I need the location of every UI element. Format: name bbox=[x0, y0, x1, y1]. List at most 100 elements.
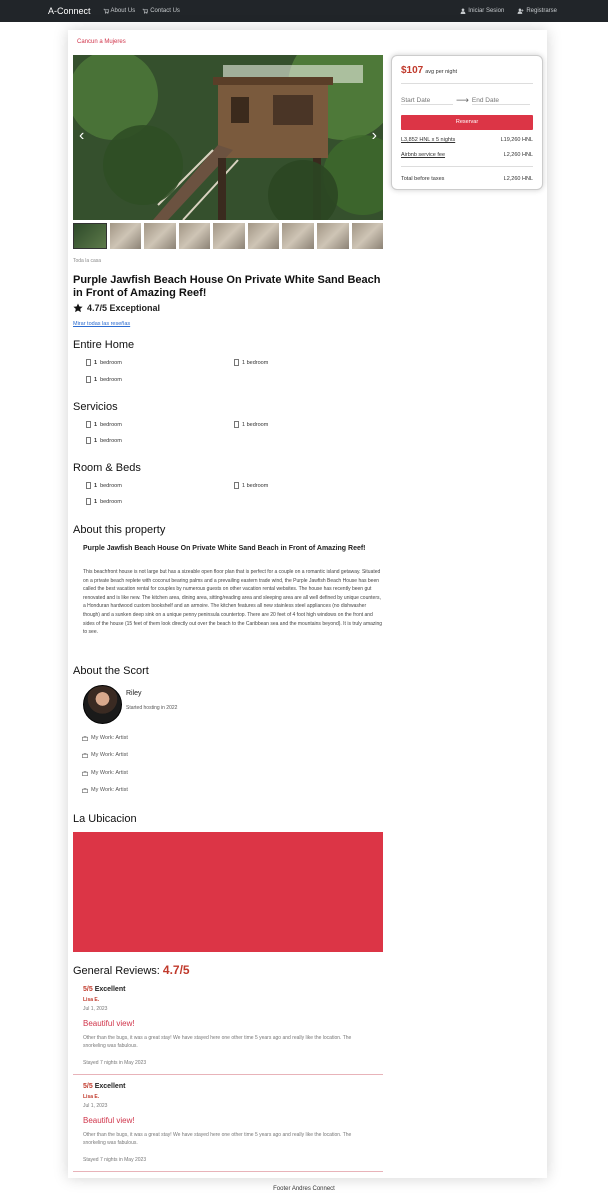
prev-photo-button[interactable]: ‹ bbox=[79, 127, 84, 145]
feature-item: 1 bedroom bbox=[86, 482, 122, 489]
user-icon bbox=[460, 8, 466, 14]
brand-logo[interactable]: A-Connect bbox=[48, 6, 91, 16]
feature-item: 1 bedroom bbox=[86, 437, 122, 444]
feature-count: 1 bbox=[94, 421, 98, 428]
feature-count: 1 bbox=[94, 359, 98, 366]
feature-label: 1 bedroom bbox=[242, 359, 269, 366]
thumbnail[interactable] bbox=[213, 223, 245, 249]
nights-breakdown[interactable]: L3,852 HNL x 5 nights bbox=[401, 137, 455, 143]
thumbnail[interactable] bbox=[73, 223, 107, 249]
feature-count: 1 bbox=[94, 498, 98, 505]
nav-about-us-label: About Us bbox=[110, 8, 136, 14]
thumbnail[interactable] bbox=[247, 223, 280, 249]
feature-item: 1 bedroom bbox=[234, 421, 268, 428]
thumbnail[interactable] bbox=[109, 223, 142, 249]
location-title: La Ubicacion bbox=[73, 813, 137, 825]
feature-item: 1 bedroom bbox=[234, 482, 268, 489]
host-work-label: My Work: Artist bbox=[91, 787, 128, 793]
door-icon bbox=[86, 482, 91, 489]
servicios-title: Servicios bbox=[73, 401, 118, 413]
review-date: Jul 1, 2023 bbox=[83, 1006, 108, 1012]
review-label: Excellent bbox=[94, 986, 126, 993]
login-link[interactable]: Iniciar Sesion bbox=[460, 8, 504, 14]
login-label: Iniciar Sesion bbox=[468, 8, 505, 14]
feature-item: 1 bedroom bbox=[86, 359, 122, 366]
review-title: Beautiful view! bbox=[83, 1116, 135, 1125]
review-body: Other than the bugs, it was a great stay… bbox=[83, 1132, 352, 1146]
register-label: Registrarse bbox=[526, 8, 557, 14]
feature-label: bedroom bbox=[100, 376, 122, 383]
thumbnail[interactable] bbox=[282, 223, 314, 249]
register-link[interactable]: Registrarse bbox=[517, 8, 557, 14]
service-fee-label[interactable]: Airbnb service fee bbox=[401, 152, 445, 158]
briefcase-icon bbox=[82, 735, 88, 741]
briefcase-icon bbox=[82, 752, 88, 758]
about-title: About this property bbox=[73, 524, 166, 536]
nav-about-us[interactable]: About Us bbox=[103, 8, 136, 14]
see-all-reviews-link[interactable]: Mirar todas las reseñas bbox=[73, 321, 130, 327]
host-avatar[interactable] bbox=[83, 685, 122, 724]
reserve-button[interactable]: Reservar bbox=[401, 115, 533, 130]
location-map[interactable] bbox=[73, 832, 383, 952]
navbar: A-Connect About Us Contact Us Iniciar Se… bbox=[0, 0, 608, 22]
entire-home-title: Entire Home bbox=[73, 339, 135, 351]
review-score: 5/5 bbox=[83, 1083, 93, 1090]
feature-label: bedroom bbox=[100, 482, 122, 489]
nav-contact-us[interactable]: Contact Us bbox=[142, 8, 180, 14]
total-value: L2,260 HNL bbox=[503, 176, 533, 182]
thumbnail[interactable] bbox=[178, 223, 211, 249]
thumbnail[interactable] bbox=[144, 223, 176, 249]
door-icon bbox=[234, 482, 239, 489]
review-title: Beautiful view! bbox=[83, 1019, 135, 1028]
door-icon bbox=[86, 498, 91, 505]
end-date-input[interactable] bbox=[471, 96, 530, 105]
host-work-item: My Work: Artist bbox=[82, 770, 128, 776]
divider bbox=[401, 83, 533, 84]
feature-label: bedroom bbox=[100, 359, 122, 366]
thumbnail[interactable] bbox=[316, 223, 349, 249]
host-work-label: My Work: Artist bbox=[91, 770, 128, 776]
room-beds-title: Room & Beds bbox=[73, 462, 141, 474]
host-work-item: My Work: Artist bbox=[82, 752, 128, 758]
door-icon bbox=[86, 421, 91, 428]
host-work-label: My Work: Artist bbox=[91, 735, 128, 741]
arrow-right-icon: ⟶ bbox=[456, 95, 469, 105]
feature-count: 1 bbox=[94, 376, 98, 383]
photo-carousel[interactable]: ‹ › bbox=[73, 55, 383, 220]
category-link[interactable]: Cancun a Mujeres bbox=[77, 39, 126, 45]
nights-total: L19,260 HNL bbox=[500, 137, 533, 143]
thumbnail[interactable] bbox=[351, 223, 384, 249]
feature-label: 1 bedroom bbox=[242, 482, 269, 489]
add-user-icon bbox=[517, 8, 524, 14]
briefcase-icon bbox=[82, 787, 88, 793]
host-since: Started hosting in 2022 bbox=[126, 705, 178, 711]
host-section-title: About the Scort bbox=[73, 665, 149, 677]
host-work-label: My Work: Artist bbox=[91, 752, 128, 758]
host-work-item: My Work: Artist bbox=[82, 787, 128, 793]
feature-item: 1 bedroom bbox=[86, 376, 122, 383]
rating-text: 4.7/5 Exceptional bbox=[87, 303, 161, 313]
door-icon bbox=[86, 376, 91, 383]
main-photo: ‹ › bbox=[73, 55, 383, 220]
next-photo-button[interactable]: › bbox=[372, 127, 377, 145]
feature-label: bedroom bbox=[100, 421, 122, 428]
reviewer-name: Lisa E. bbox=[83, 997, 100, 1003]
reviews-header: General Reviews: 4.7/5 bbox=[73, 963, 190, 977]
feature-label: bedroom bbox=[100, 498, 122, 505]
about-subtitle: Purple Jawfish Beach House On Private Wh… bbox=[83, 545, 366, 552]
review-rating: 5/5 Excellent bbox=[83, 986, 125, 993]
start-date-input[interactable] bbox=[401, 96, 453, 105]
review-divider bbox=[73, 1074, 383, 1075]
footer: Footer Andres Connect bbox=[273, 1186, 335, 1192]
review-label: Excellent bbox=[94, 1083, 126, 1090]
review-score: 5/5 bbox=[83, 986, 93, 993]
feature-item: 1 bedroom bbox=[234, 359, 268, 366]
photo-thumbnails bbox=[73, 223, 384, 249]
total-label: Total before taxes bbox=[401, 176, 445, 182]
price-row: Airbnb service fee L2,260 HNL bbox=[401, 152, 533, 158]
total-row: Total before taxes L2,260 HNL bbox=[401, 176, 533, 182]
reviews-title: General Reviews: bbox=[73, 965, 160, 977]
cart-icon bbox=[103, 8, 109, 14]
house-photo-illustration bbox=[73, 55, 383, 220]
door-icon bbox=[234, 359, 239, 366]
